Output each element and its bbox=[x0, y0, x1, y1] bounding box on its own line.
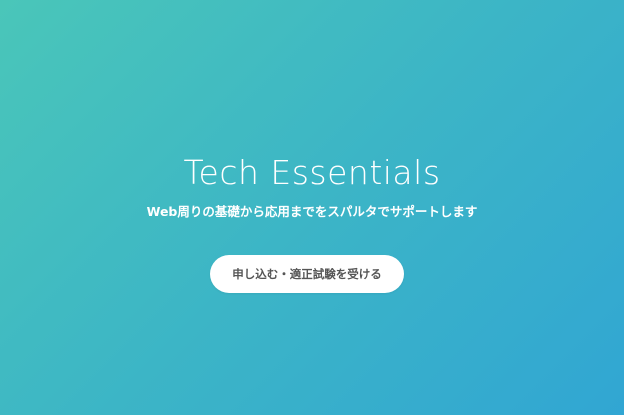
apply-button[interactable]: 申し込む・適正試験を受ける bbox=[210, 255, 404, 293]
hero-section: Tech Essentials Web周りの基礎から応用までをスパルタでサポート… bbox=[0, 0, 624, 415]
page-title: Tech Essentials bbox=[183, 153, 441, 192]
hero-subtitle: Web周りの基礎から応用までをスパルタでサポートします bbox=[146, 204, 478, 219]
